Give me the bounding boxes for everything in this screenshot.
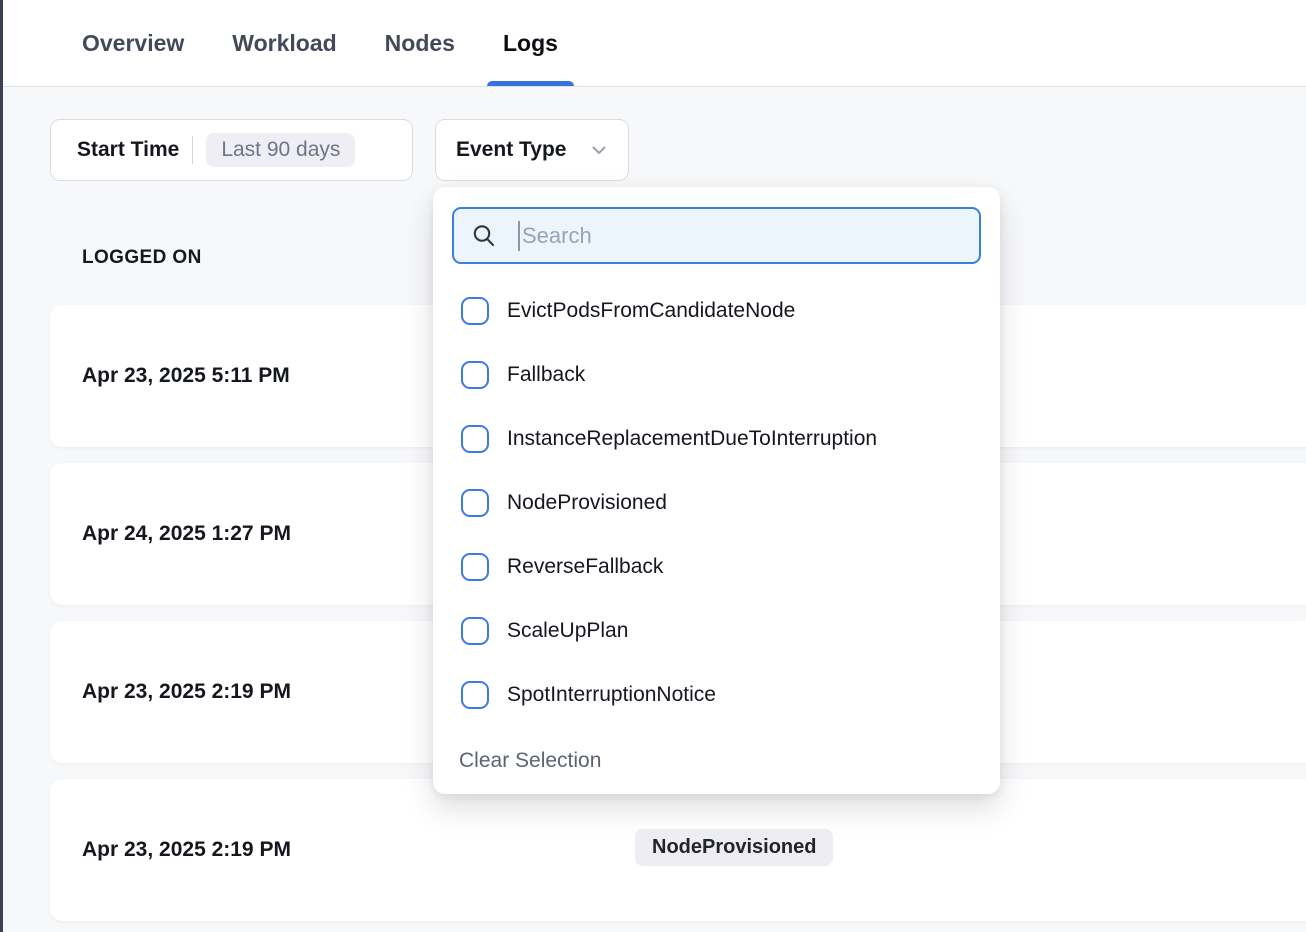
option-label: ScaleUpPlan — [507, 619, 628, 643]
option-label: EvictPodsFromCandidateNode — [507, 299, 795, 323]
tab-workload[interactable]: Workload — [232, 0, 336, 86]
tab-logs[interactable]: Logs — [503, 0, 558, 86]
logged-on-value: Apr 23, 2025 5:11 PM — [82, 364, 290, 388]
clear-selection-button[interactable]: Clear Selection — [459, 749, 601, 773]
option-label: ReverseFallback — [507, 555, 663, 579]
event-type-filter[interactable]: Event Type — [435, 119, 629, 181]
tabs: Overview Workload Nodes Logs — [0, 0, 1306, 86]
table-row[interactable]: Apr 23, 2025 2:19 PM NodeProvisioned — [50, 779, 1306, 921]
event-type-label: Event Type — [456, 138, 566, 162]
checkbox-icon[interactable] — [461, 617, 489, 645]
checkbox-icon[interactable] — [461, 553, 489, 581]
start-time-filter[interactable]: Start Time Last 90 days — [50, 119, 413, 181]
option-label: SpotInterruptionNotice — [507, 683, 716, 707]
start-time-value[interactable]: Last 90 days — [206, 133, 355, 167]
option-evictpodsfromcandidatenode[interactable]: EvictPodsFromCandidateNode — [433, 279, 1000, 343]
tab-nodes[interactable]: Nodes — [385, 0, 455, 86]
tab-bar: Overview Workload Nodes Logs — [0, 0, 1306, 87]
checkbox-icon[interactable] — [461, 361, 489, 389]
event-type-dropdown-panel: EvictPodsFromCandidateNode Fallback Inst… — [433, 187, 1000, 794]
dropdown-search-box[interactable] — [452, 207, 981, 264]
option-spotinterruptionnotice[interactable]: SpotInterruptionNotice — [433, 663, 1000, 727]
search-input[interactable] — [454, 209, 979, 262]
option-instancereplacementduetointerruption[interactable]: InstanceReplacementDueToInterruption — [433, 407, 1000, 471]
logs-page: Overview Workload Nodes Logs Start Time … — [0, 0, 1306, 932]
left-edge-divider — [0, 0, 3, 932]
chevron-down-icon — [588, 139, 610, 161]
logged-on-value: Apr 23, 2025 2:19 PM — [82, 838, 291, 862]
checkbox-icon[interactable] — [461, 681, 489, 709]
option-label: Fallback — [507, 363, 585, 387]
checkbox-icon[interactable] — [461, 425, 489, 453]
option-reversefallback[interactable]: ReverseFallback — [433, 535, 1000, 599]
option-nodeprovisioned[interactable]: NodeProvisioned — [433, 471, 1000, 535]
event-type-badge: NodeProvisioned — [635, 829, 833, 866]
event-type-options: EvictPodsFromCandidateNode Fallback Inst… — [433, 279, 1000, 727]
logged-on-value: Apr 23, 2025 2:19 PM — [82, 680, 291, 704]
logged-on-value: Apr 24, 2025 1:27 PM — [82, 522, 291, 546]
column-header-logged-on: LOGGED ON — [82, 247, 202, 269]
option-label: NodeProvisioned — [507, 491, 667, 515]
tab-overview[interactable]: Overview — [82, 0, 184, 86]
option-label: InstanceReplacementDueToInterruption — [507, 427, 877, 451]
option-scaleupplan[interactable]: ScaleUpPlan — [433, 599, 1000, 663]
checkbox-icon[interactable] — [461, 489, 489, 517]
checkbox-icon[interactable] — [461, 297, 489, 325]
filter-divider — [192, 136, 193, 164]
start-time-label: Start Time — [77, 138, 179, 162]
option-fallback[interactable]: Fallback — [433, 343, 1000, 407]
